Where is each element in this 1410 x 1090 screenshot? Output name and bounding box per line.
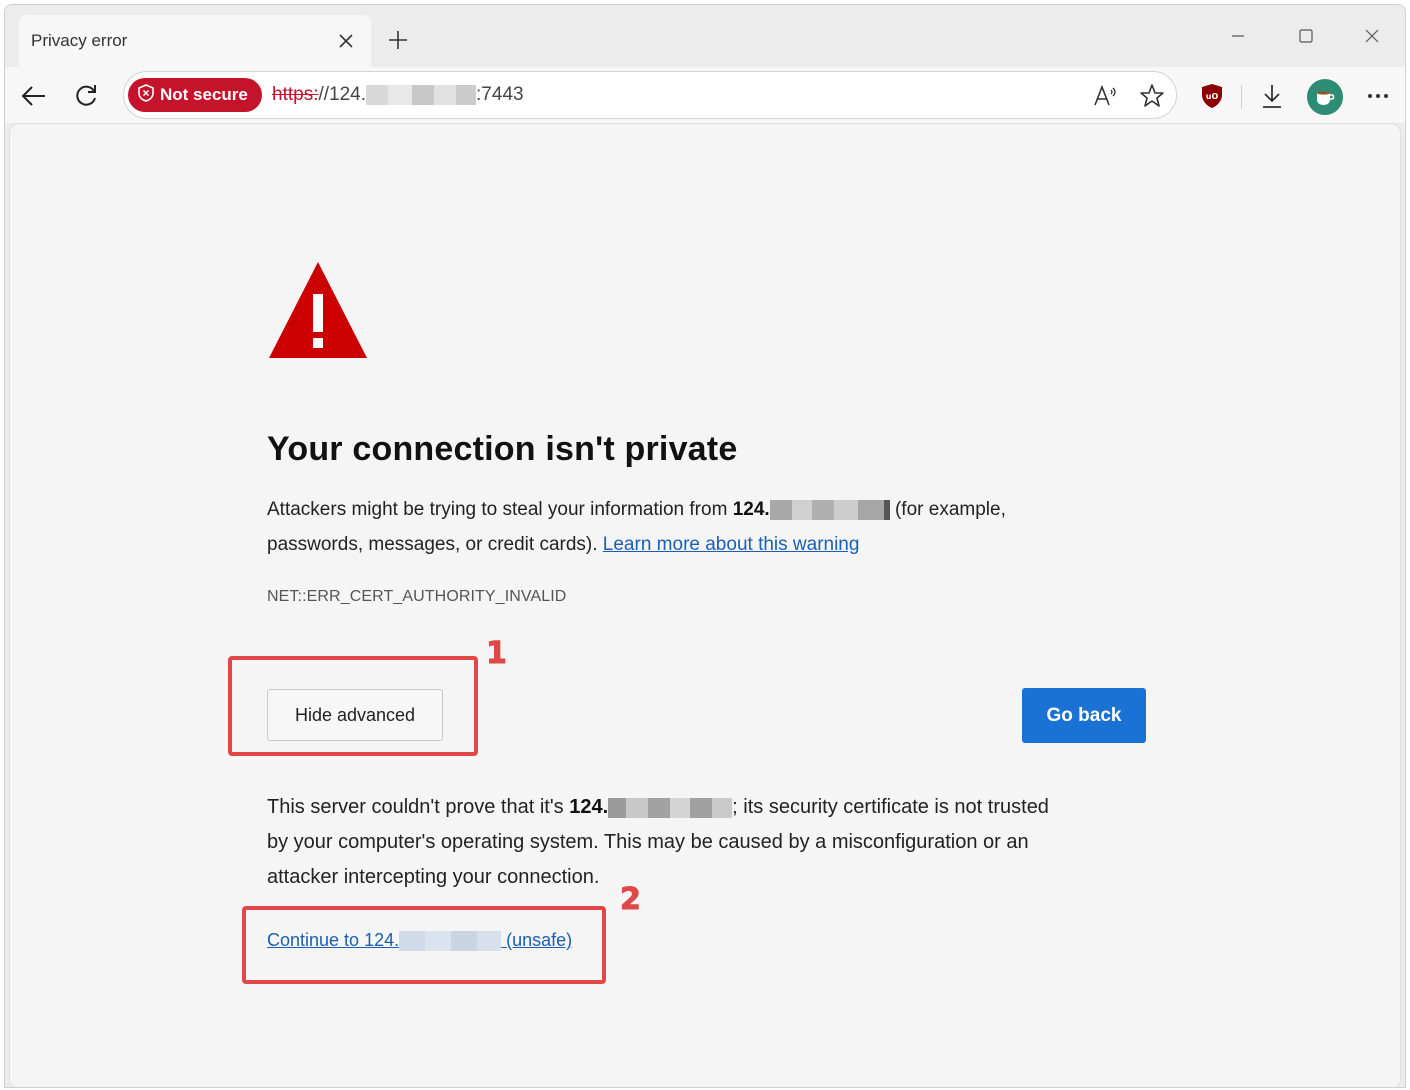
shield-warning-icon: [138, 83, 154, 107]
tab-privacy-error[interactable]: Privacy error: [19, 15, 371, 67]
tab-strip: Privacy error: [5, 5, 1405, 67]
detail-prefix: This server couldn't prove that it's: [267, 796, 564, 818]
detail-host: 124.: [569, 796, 609, 818]
not-secure-badge[interactable]: Not secure: [128, 78, 262, 112]
error-code: NET::ERR_CERT_AUTHORITY_INVALID: [267, 588, 567, 605]
page-title: Your connection isn't private: [267, 430, 738, 468]
detail-paragraph: This server couldn't prove that it's 124…: [267, 790, 1147, 895]
more-icon[interactable]: [1361, 79, 1395, 113]
download-icon[interactable]: [1255, 79, 1289, 113]
intro-host: 124.: [732, 499, 770, 520]
detail-line3: attacker intercepting your connection.: [267, 866, 600, 888]
read-aloud-icon[interactable]: [1090, 80, 1122, 112]
annotation-number-2: 2: [620, 882, 642, 918]
go-back-button[interactable]: Go back: [1022, 688, 1146, 743]
url-port: :7443: [476, 84, 524, 105]
url-scheme: https:: [272, 84, 319, 105]
warning-triangle-icon: [267, 260, 369, 360]
svg-text:uO: uO: [1206, 92, 1219, 101]
close-icon[interactable]: [335, 30, 357, 52]
annotation-box-2: [242, 906, 606, 984]
favorite-star-icon[interactable]: [1136, 80, 1168, 112]
tab-title: Privacy error: [31, 31, 128, 50]
redacted-host: [608, 797, 733, 818]
redacted-host: [769, 499, 890, 520]
annotation-number-1: 1: [486, 636, 508, 672]
detail-suffix: ; its security certificate is not truste…: [732, 796, 1049, 818]
toolbar-divider: [1241, 85, 1242, 109]
navigation-toolbar: Not secure https: //124. :7443 uO: [5, 67, 1405, 123]
browser-window: Privacy error Not secure https: //124.:…: [4, 4, 1406, 1088]
window-close-icon[interactable]: [1355, 23, 1389, 49]
profile-avatar[interactable]: [1307, 79, 1343, 115]
minimize-icon[interactable]: [1221, 23, 1255, 49]
error-page: Your connection isn't private Attackers …: [9, 123, 1401, 1087]
refresh-icon[interactable]: [69, 79, 103, 113]
detail-line2: by your computer's operating system. Thi…: [267, 831, 1029, 853]
not-secure-label: Not secure: [160, 85, 248, 104]
new-tab-button[interactable]: [383, 25, 413, 55]
annotation-box-1: [228, 656, 478, 756]
intro-line2: passwords, messages, or credit cards).: [267, 534, 598, 555]
intro-prefix: Attackers might be trying to steal your …: [267, 499, 728, 520]
ublock-icon[interactable]: uO: [1195, 79, 1229, 113]
redacted-host: [366, 85, 477, 105]
intro-suffix: (for example,: [894, 499, 1006, 520]
maximize-icon[interactable]: [1289, 23, 1323, 49]
url-text[interactable]: https: //124. :7443: [272, 84, 524, 106]
learn-more-link[interactable]: Learn more about this warning: [603, 534, 860, 555]
intro-paragraph: Attackers might be trying to steal your …: [267, 492, 1147, 562]
url-host-prefix: //124.: [318, 84, 367, 105]
back-icon[interactable]: [17, 79, 51, 113]
address-bar[interactable]: Not secure https: //124. :7443: [123, 71, 1177, 119]
